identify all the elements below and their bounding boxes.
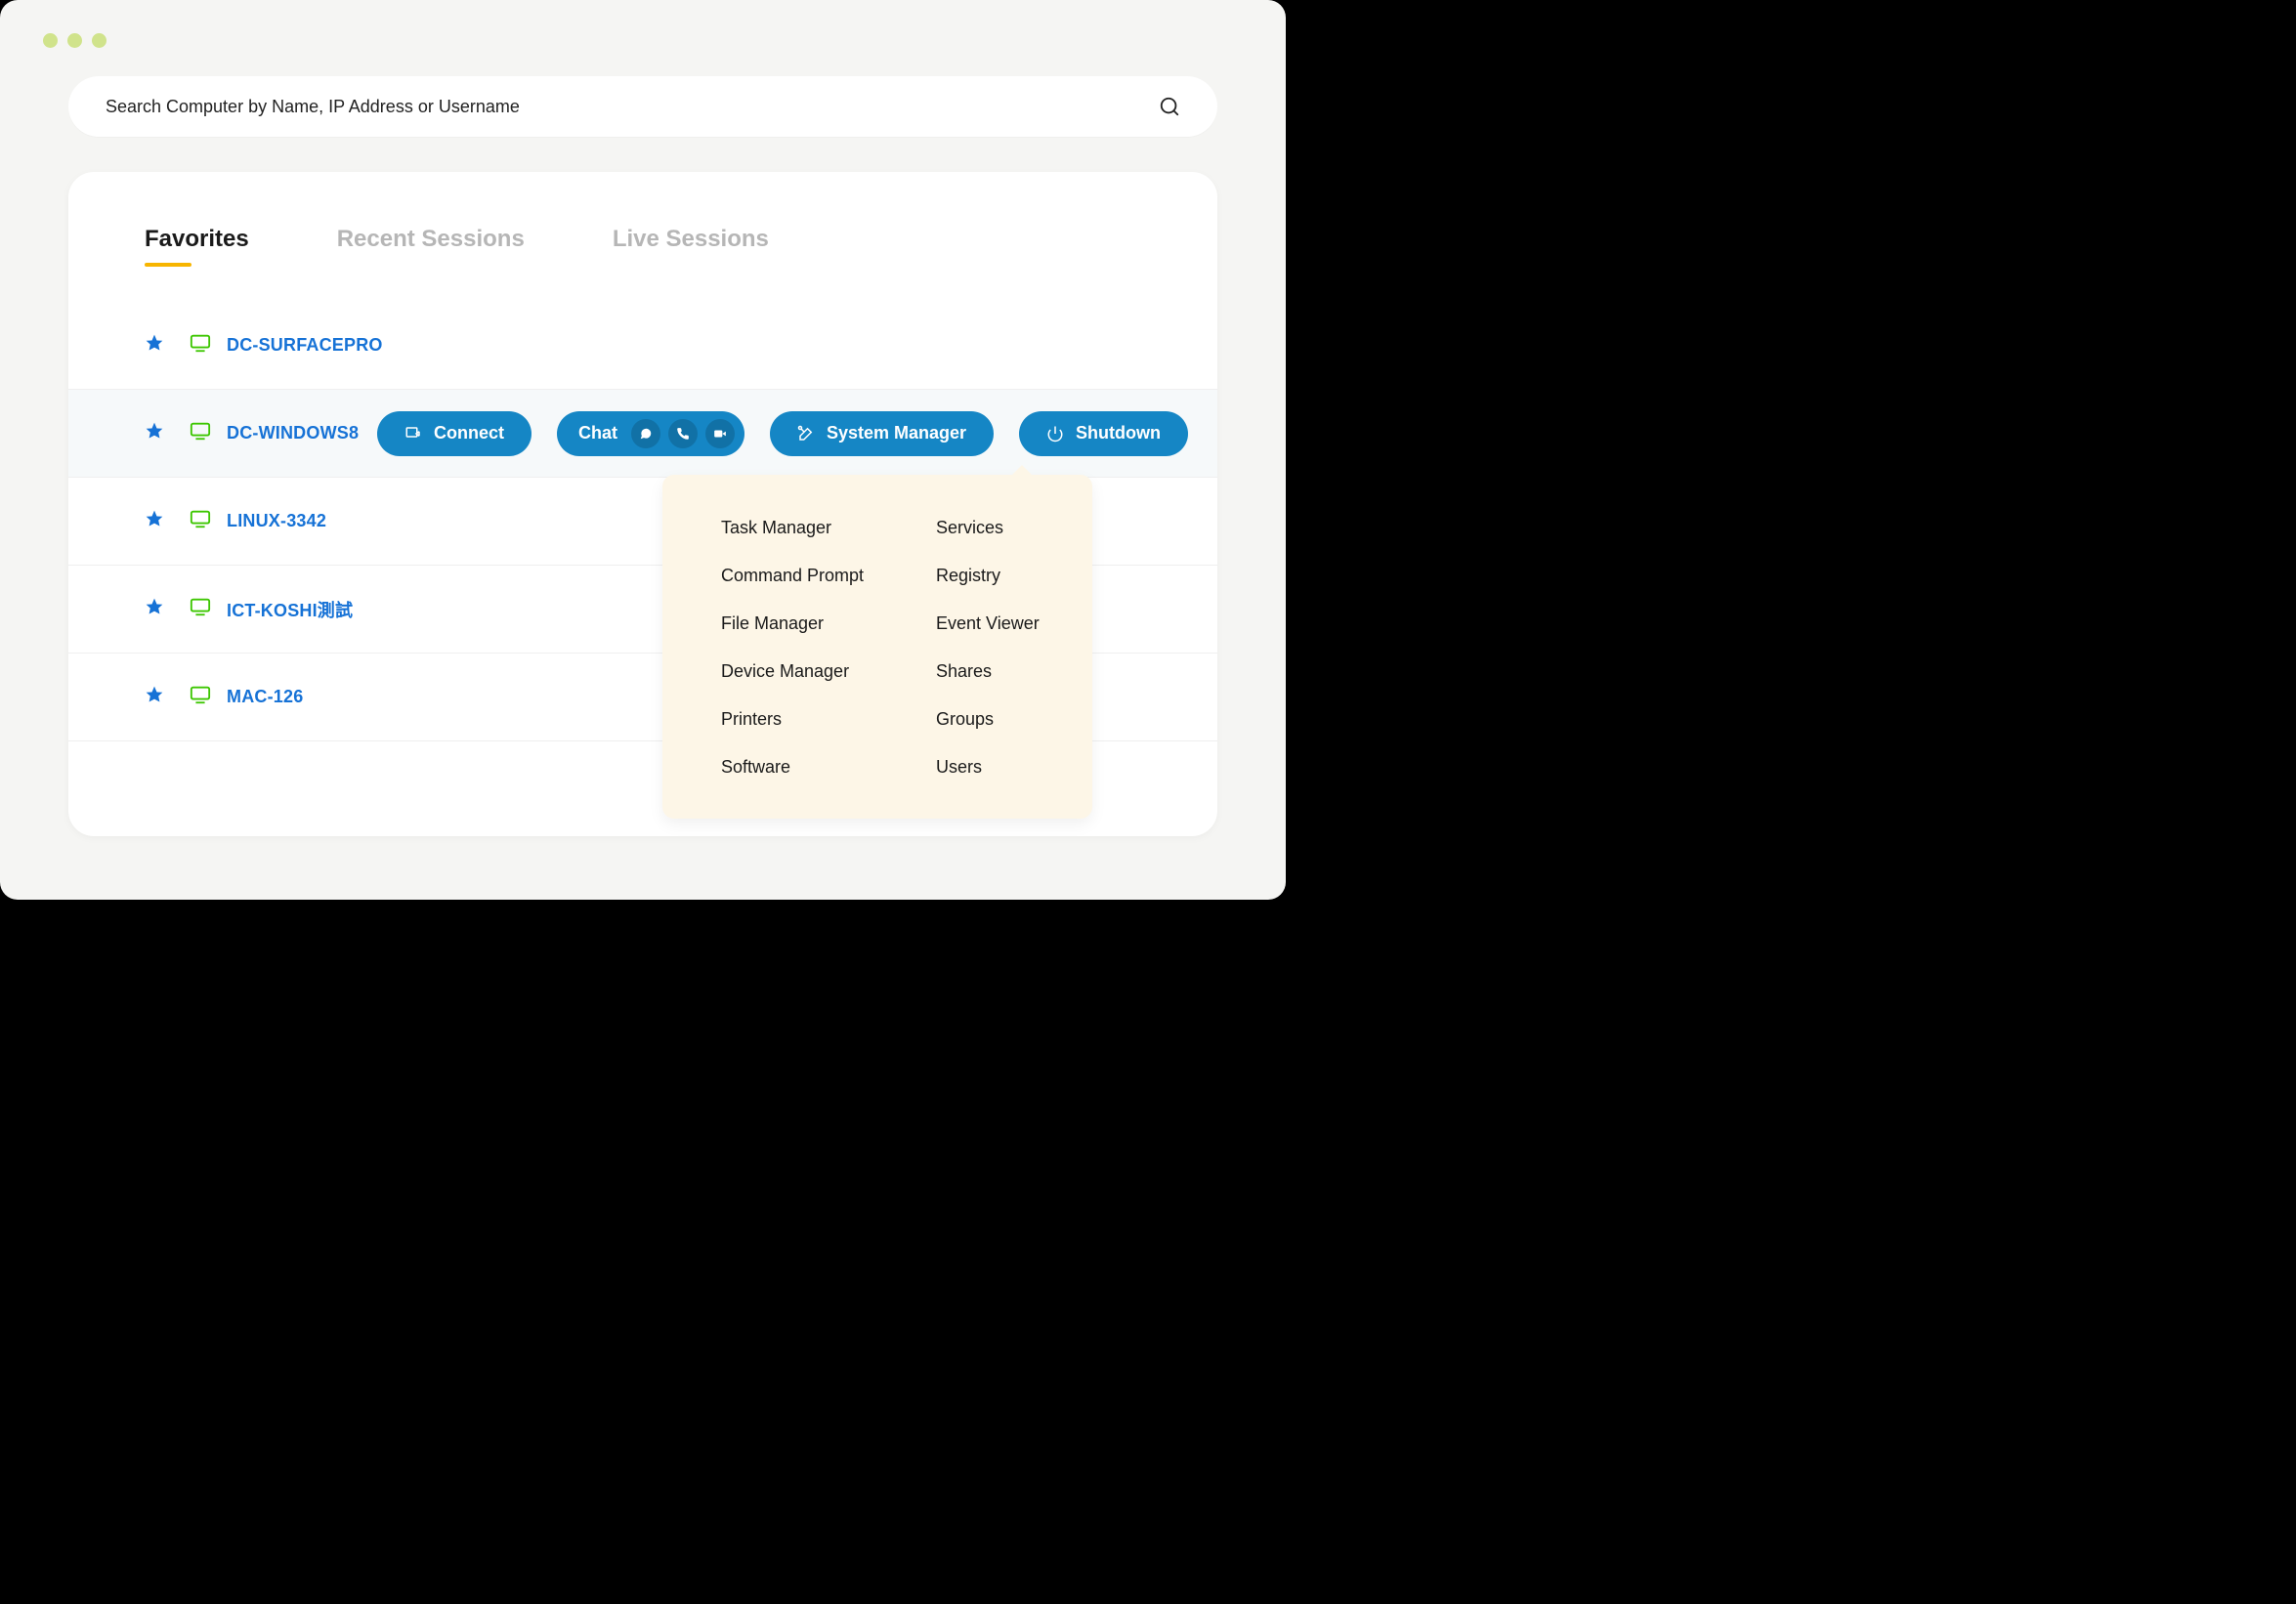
list-item[interactable]: DC-WINDOWS8 Connect Chat xyxy=(68,390,1217,478)
tab-recent-sessions[interactable]: Recent Sessions xyxy=(337,226,525,253)
dot-1 xyxy=(43,33,58,48)
hostname-label: LINUX-3342 xyxy=(227,511,326,531)
tools-icon xyxy=(797,425,815,443)
connect-icon xyxy=(404,425,422,443)
system-manager-button[interactable]: System Manager xyxy=(770,411,994,456)
chat-button[interactable]: Chat xyxy=(557,411,744,456)
menu-services[interactable]: Services xyxy=(877,504,1092,552)
chat-voice-icon[interactable] xyxy=(668,419,698,448)
monitor-icon xyxy=(190,508,211,534)
hostname-label: DC-SURFACEPRO xyxy=(227,335,383,356)
menu-groups[interactable]: Groups xyxy=(877,696,1092,743)
menu-shares[interactable]: Shares xyxy=(877,648,1092,696)
chat-video-icon[interactable] xyxy=(705,419,735,448)
star-icon[interactable] xyxy=(145,421,164,445)
menu-event-viewer[interactable]: Event Viewer xyxy=(877,600,1092,648)
main-panel: Favorites Recent Sessions Live Sessions … xyxy=(68,172,1217,836)
menu-printers[interactable]: Printers xyxy=(662,696,877,743)
row-actions: Connect Chat xyxy=(377,411,1188,456)
dot-3 xyxy=(92,33,106,48)
shutdown-label: Shutdown xyxy=(1076,423,1161,443)
monitor-icon xyxy=(190,332,211,359)
search-bar[interactable] xyxy=(68,76,1217,137)
menu-users[interactable]: Users xyxy=(877,743,1092,791)
menu-registry[interactable]: Registry xyxy=(877,552,1092,600)
hostname-label: MAC-126 xyxy=(227,687,303,707)
menu-task-manager[interactable]: Task Manager xyxy=(662,504,877,552)
dot-2 xyxy=(67,33,82,48)
chat-label: Chat xyxy=(578,423,617,443)
tab-favorites[interactable]: Favorites xyxy=(145,226,249,253)
star-icon[interactable] xyxy=(145,597,164,621)
list-item[interactable]: DC-SURFACEPRO xyxy=(68,302,1217,390)
menu-device-manager[interactable]: Device Manager xyxy=(662,648,877,696)
search-icon xyxy=(1159,96,1180,117)
tab-bar: Favorites Recent Sessions Live Sessions xyxy=(68,226,1217,282)
tab-live-sessions[interactable]: Live Sessions xyxy=(613,226,769,253)
menu-software[interactable]: Software xyxy=(662,743,877,791)
hostname-label: ICT-KOSHI測試 xyxy=(227,597,353,622)
star-icon[interactable] xyxy=(145,685,164,709)
app-window: Favorites Recent Sessions Live Sessions … xyxy=(0,0,1286,900)
connect-label: Connect xyxy=(434,423,504,443)
monitor-icon xyxy=(190,596,211,622)
star-icon[interactable] xyxy=(145,509,164,533)
monitor-icon xyxy=(190,684,211,710)
system-manager-menu: Task Manager Command Prompt File Manager… xyxy=(662,475,1092,819)
search-input[interactable] xyxy=(106,97,1159,117)
hostname-label: DC-WINDOWS8 xyxy=(227,423,359,443)
monitor-icon xyxy=(190,420,211,446)
window-decoration xyxy=(43,33,106,48)
chat-text-icon[interactable] xyxy=(631,419,660,448)
star-icon[interactable] xyxy=(145,333,164,358)
connect-button[interactable]: Connect xyxy=(377,411,531,456)
menu-command-prompt[interactable]: Command Prompt xyxy=(662,552,877,600)
power-icon xyxy=(1046,425,1064,443)
system-manager-label: System Manager xyxy=(827,423,966,443)
shutdown-button[interactable]: Shutdown xyxy=(1019,411,1188,456)
menu-file-manager[interactable]: File Manager xyxy=(662,600,877,648)
